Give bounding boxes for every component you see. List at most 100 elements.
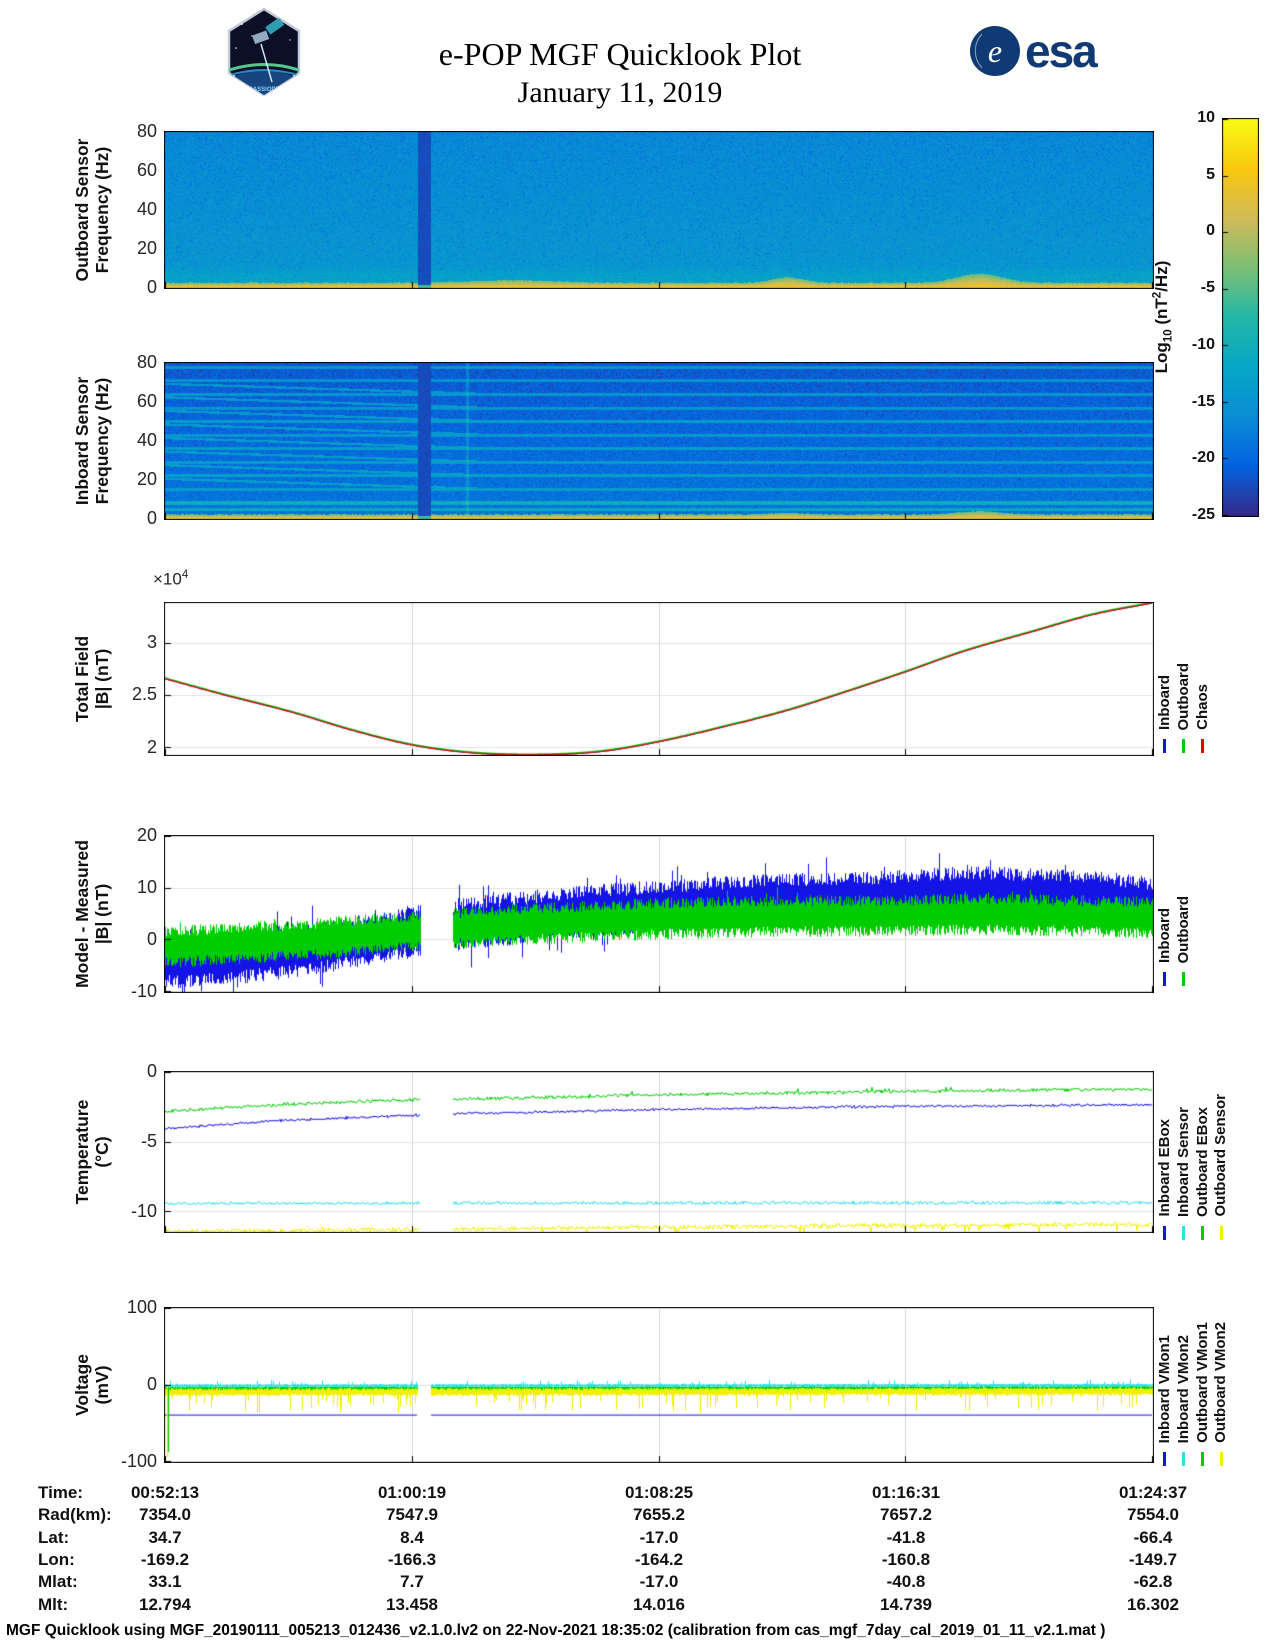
legend-swatch <box>1182 972 1186 986</box>
table-row-label: Lat: <box>38 1528 70 1547</box>
y-tick-label: 60 <box>136 391 157 411</box>
table-cell: 13.458 <box>386 1595 438 1614</box>
legend-label: Chaos <box>1193 684 1211 730</box>
y-tick-label: 3 <box>146 631 157 652</box>
table-cell: -164.2 <box>634 1550 684 1569</box>
total-field-axis-exponent: ×104 <box>153 569 189 589</box>
y-tick-label: -10 <box>130 981 157 1001</box>
colorbar-tick-label: 10 <box>1197 109 1215 126</box>
y-tick-label: 80 <box>136 121 157 141</box>
legend-item: Inboard VMon1 <box>1156 1335 1173 1466</box>
quicklook-page: CASSIOPE e-POP MGF Quicklook Plot Januar… <box>0 0 1275 1650</box>
page-date: January 11, 2019 <box>517 76 723 109</box>
colorbar-label: Log10 (nT2/Hz) <box>1151 260 1175 374</box>
table-cell: -40.8 <box>886 1572 926 1591</box>
legend-item: Outboard VMon2 <box>1212 1322 1230 1466</box>
table-cell: 14.016 <box>633 1595 685 1614</box>
y-tick-label: 80 <box>136 352 157 372</box>
table-cell: 00:52:13 <box>130 1483 200 1502</box>
legend-swatch <box>1219 1452 1223 1466</box>
inboard-spectrogram-canvas <box>164 362 1154 520</box>
y-tick-label: 100 <box>126 1297 157 1317</box>
colorbar-tick-label: 0 <box>1206 222 1215 240</box>
table-cell: 01:08:25 <box>624 1483 694 1502</box>
y-tick-label: 2.5 <box>131 684 157 705</box>
legend-item: Outboard VMon1 <box>1193 1322 1211 1466</box>
y-tick-label: 20 <box>136 825 157 845</box>
table-cell: 01:24:37 <box>1118 1483 1188 1502</box>
legend-item: Outboard <box>1175 663 1192 753</box>
table-cell: 14.739 <box>880 1595 932 1614</box>
legend-item: Inboard <box>1156 908 1173 986</box>
svg-text:e: e <box>988 33 1002 69</box>
table-cell: 01:00:19 <box>377 1483 447 1502</box>
y-tick-label: 40 <box>136 199 157 219</box>
legend-label: Outboard <box>1174 895 1192 964</box>
table-cell: -17.0 <box>639 1528 679 1547</box>
legend-item: Outboard Sensor <box>1212 1094 1229 1240</box>
legend-item: Inboard EBox <box>1156 1119 1173 1240</box>
y-tick-label: 0 <box>146 277 157 297</box>
colorbar-tick-label: -5 <box>1200 279 1215 297</box>
legend-item: Outboard EBox <box>1193 1106 1211 1240</box>
y-tick-label: 60 <box>136 160 157 180</box>
table-cell: 12.794 <box>139 1595 191 1614</box>
table-cell: -17.0 <box>639 1572 679 1591</box>
legend-label: Outboard VMon1 <box>1193 1322 1211 1443</box>
y-tick-label: 0 <box>146 929 157 949</box>
legend-swatch <box>1182 1452 1186 1466</box>
legend-label: Outboard EBox <box>1193 1106 1211 1217</box>
legend-label: Outboard VMon2 <box>1212 1322 1230 1443</box>
legend-item: Chaos <box>1193 684 1211 753</box>
table-cell: 7547.9 <box>386 1505 438 1524</box>
outboard-spectrogram-canvas <box>164 131 1154 289</box>
legend-swatch <box>1200 1452 1204 1466</box>
table-cell: 7354.0 <box>139 1505 191 1524</box>
legend-item: Inboard <box>1156 675 1173 753</box>
legend-swatch <box>1200 1226 1204 1240</box>
temperature-canvas <box>164 1071 1154 1233</box>
colorbar-tick-label: 5 <box>1206 165 1215 183</box>
legend-temperature: Inboard EBox Inboard Sensor Outboard EBox O… <box>1156 1072 1229 1240</box>
legend-swatch <box>1182 739 1186 753</box>
table-cell: 7554.0 <box>1127 1505 1179 1524</box>
legend-item: Outboard <box>1174 895 1192 986</box>
legend-swatch <box>1163 739 1167 753</box>
table-cell: -169.2 <box>140 1550 190 1569</box>
y-tick-label: -100 <box>120 1451 157 1471</box>
table-cell: 7655.2 <box>633 1505 685 1524</box>
legend-total-field: Inboard Outboard Chaos <box>1156 603 1211 753</box>
esa-logo: e esa <box>968 24 1098 78</box>
y-tick-label: 40 <box>136 430 157 450</box>
esa-globe-icon: e <box>970 26 1020 76</box>
legend-label: Inboard <box>1156 908 1173 963</box>
colorbar-tick-label: -20 <box>1191 449 1215 467</box>
colorbar-tick-label: -15 <box>1191 392 1215 410</box>
cassiope-mission-patch: CASSIOPE <box>227 7 301 97</box>
table-cell: -166.3 <box>387 1550 437 1569</box>
table-cell: -66.4 <box>1133 1528 1173 1547</box>
table-row-label: Mlt: <box>38 1595 69 1614</box>
legend-swatch <box>1163 972 1167 986</box>
legend-label: Inboard Sensor <box>1174 1106 1192 1217</box>
table-cell: 01:16:31 <box>871 1483 941 1502</box>
ylabel-model-minus-measured: Model - Measured |B| (nT) <box>71 840 112 988</box>
legend-label: Inboard VMon2 <box>1174 1334 1192 1443</box>
legend-swatch <box>1163 1226 1167 1240</box>
legend-swatch <box>1200 739 1204 753</box>
y-tick-label: 0 <box>146 508 157 528</box>
esa-wordmark: esa <box>1025 25 1098 77</box>
table-cell: -62.8 <box>1133 1572 1173 1591</box>
legend-model-minus-measured: Inboard Outboard <box>1156 836 1192 986</box>
table-cell: 7657.2 <box>880 1505 932 1524</box>
legend-label: Inboard EBox <box>1156 1119 1173 1217</box>
footer-text: MGF Quicklook using MGF_20190111_005213_… <box>6 1622 1106 1639</box>
total-field-canvas <box>164 602 1154 756</box>
table-cell: -41.8 <box>886 1528 926 1547</box>
table-cell: 34.7 <box>148 1528 182 1547</box>
patch-label: CASSIOPE <box>248 87 279 93</box>
table-cell: 8.4 <box>400 1528 424 1547</box>
legend-swatch <box>1163 1452 1167 1466</box>
table-cell: 33.1 <box>148 1572 182 1591</box>
table-cell: -149.7 <box>1128 1550 1178 1569</box>
